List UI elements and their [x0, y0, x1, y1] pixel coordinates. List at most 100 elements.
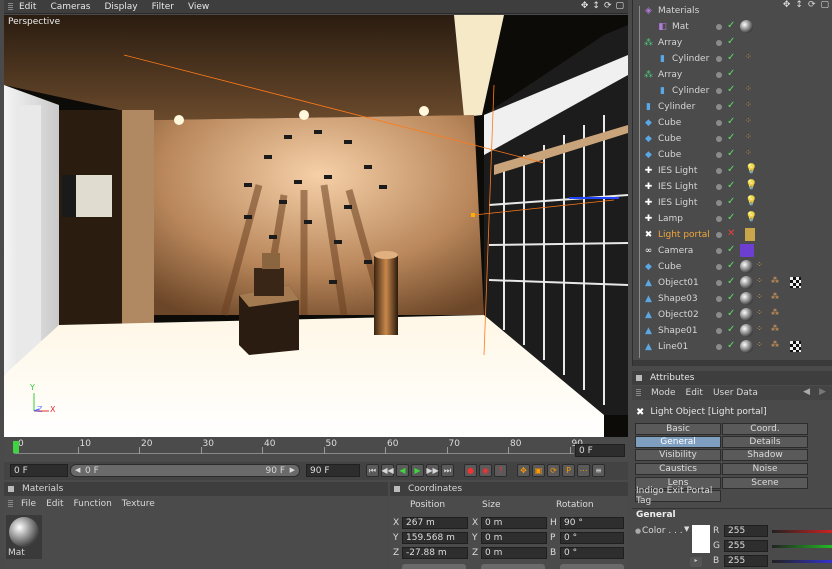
tab-details[interactable]: Details: [722, 436, 808, 448]
object-row[interactable]: ◧ Mat ✓: [633, 19, 832, 35]
b-field[interactable]: 255: [724, 555, 768, 567]
phong-tag-icon[interactable]: ⁘: [745, 132, 758, 145]
portal-tag-icon[interactable]: [745, 228, 755, 241]
enabled-check-icon[interactable]: ✓: [727, 132, 735, 143]
menu-filter[interactable]: Filter: [146, 2, 182, 12]
range-slider[interactable]: ◀ 0 F 90 F ▶: [70, 464, 300, 477]
back-arrow-icon[interactable]: ◀: [803, 387, 810, 397]
phong-tag-icon[interactable]: ⁘: [745, 148, 758, 161]
light-tag-icon[interactable]: 💡: [745, 196, 758, 209]
tab-shadow[interactable]: Shadow: [722, 449, 808, 461]
visibility-dot[interactable]: [716, 280, 722, 286]
menu-function[interactable]: Function: [74, 499, 112, 509]
visibility-dot[interactable]: [716, 264, 722, 270]
rotate-key-icon[interactable]: ⟳: [547, 464, 560, 477]
grip-icon[interactable]: [636, 375, 642, 381]
visibility-dot[interactable]: [716, 168, 722, 174]
object-row[interactable]: ⁂ Array ✓: [633, 67, 832, 83]
forward-arrow-icon[interactable]: ▶: [819, 387, 826, 397]
goto-start-icon[interactable]: ⏮: [366, 464, 379, 477]
phong-tag-icon[interactable]: ⁘: [745, 52, 758, 65]
uvw-tag-icon[interactable]: ⁂: [771, 276, 784, 289]
visibility-dot[interactable]: [716, 248, 722, 254]
move-key-icon[interactable]: ✥: [517, 464, 530, 477]
size-field[interactable]: 0 m: [481, 517, 547, 529]
visibility-dot[interactable]: [716, 216, 722, 222]
visibility-dot[interactable]: [716, 56, 722, 62]
maximize-view-icon[interactable]: ▢: [615, 1, 624, 11]
position-field[interactable]: 159.568 m: [402, 532, 468, 544]
object-row[interactable]: ▲ Shape03 ✓ ⁘ ⁂: [633, 291, 832, 307]
grip-icon[interactable]: [394, 486, 400, 492]
rotate-view-icon[interactable]: ⟳: [604, 1, 612, 11]
menu-view[interactable]: View: [182, 2, 217, 12]
tab-indigo-exit-portal[interactable]: Indigo Exit Portal Tag: [635, 486, 721, 506]
enabled-check-icon[interactable]: ✓: [727, 100, 735, 111]
material-tag-icon[interactable]: [740, 340, 753, 353]
rotation-field[interactable]: 0 °: [560, 547, 624, 559]
grip-icon[interactable]: [8, 500, 13, 508]
tab-visibility[interactable]: Visibility: [635, 449, 721, 461]
zoom-view-icon[interactable]: ↕: [592, 1, 600, 11]
visibility-dot[interactable]: [716, 184, 722, 190]
timeline-ruler[interactable]: 0102030405060708090 0 F: [4, 439, 628, 461]
visibility-dot[interactable]: [716, 104, 722, 110]
object-row[interactable]: ✚ IES Light ✓ 💡: [633, 179, 832, 195]
tab-general[interactable]: General: [635, 436, 721, 448]
uvw-tag-icon[interactable]: ⁂: [771, 292, 784, 305]
enabled-check-icon[interactable]: ✓: [727, 340, 735, 351]
param-key-icon[interactable]: P: [562, 464, 575, 477]
record-icon[interactable]: ●: [464, 464, 477, 477]
menu-mode[interactable]: Mode: [651, 388, 676, 398]
material-tag-icon[interactable]: [740, 260, 753, 273]
enabled-check-icon[interactable]: ✓: [727, 164, 735, 175]
menu-mat-edit[interactable]: Edit: [46, 499, 63, 509]
position-field[interactable]: -27.88 m: [402, 547, 468, 559]
uvw-tag-icon[interactable]: ⁂: [771, 308, 784, 321]
material-tag-icon[interactable]: [740, 276, 753, 289]
enabled-check-icon[interactable]: ✓: [727, 276, 735, 287]
enabled-check-icon[interactable]: ✓: [727, 196, 735, 207]
light-tag-icon[interactable]: 💡: [745, 164, 758, 177]
auto-key-icon[interactable]: ◉: [479, 464, 492, 477]
visibility-dot[interactable]: [716, 344, 722, 350]
play-reverse-icon[interactable]: ◀: [396, 464, 409, 477]
enabled-check-icon[interactable]: ✓: [727, 260, 735, 271]
material-tag-icon[interactable]: [740, 292, 753, 305]
timeline-playhead[interactable]: [13, 441, 19, 453]
visibility-dot[interactable]: [716, 24, 722, 30]
camera-tag-icon[interactable]: [740, 244, 754, 257]
material-tag-icon[interactable]: [740, 324, 753, 337]
visibility-dot[interactable]: [716, 72, 722, 78]
next-key-icon[interactable]: ▶▶: [426, 464, 439, 477]
uvw-tag-icon[interactable]: ⁂: [771, 324, 784, 337]
object-row[interactable]: ◆ Cube ✓ ⁘: [633, 131, 832, 147]
r-slider[interactable]: [772, 530, 832, 533]
size-dropdown[interactable]: [481, 564, 545, 569]
prev-key-icon[interactable]: ◀◀: [381, 464, 394, 477]
visibility-dot[interactable]: [716, 120, 722, 126]
enabled-check-icon[interactable]: ✓: [727, 20, 735, 31]
grip-icon[interactable]: [8, 486, 14, 492]
settings-key-icon[interactable]: ≡: [592, 464, 605, 477]
visibility-dot[interactable]: [716, 200, 722, 206]
object-row[interactable]: ✚ IES Light ✓ 💡: [633, 163, 832, 179]
object-row[interactable]: ▮ Cylinder ✓ ⁘: [633, 99, 832, 115]
position-field[interactable]: 267 m: [402, 517, 468, 529]
size-field[interactable]: 0 m: [481, 547, 547, 559]
object-row[interactable]: ✖ Light portal ✕: [633, 227, 832, 243]
object-row[interactable]: ◈ Materials: [633, 3, 832, 19]
b-slider[interactable]: [772, 560, 832, 563]
color-expand-icon[interactable]: ▼: [684, 525, 689, 533]
object-row[interactable]: ✚ IES Light ✓ 💡: [633, 195, 832, 211]
scale-key-icon[interactable]: ▣: [532, 464, 545, 477]
r-field[interactable]: 255: [724, 525, 768, 537]
enabled-check-icon[interactable]: ✓: [727, 68, 735, 79]
material-tag-icon[interactable]: [740, 20, 753, 33]
goto-end-icon[interactable]: ⏭: [441, 464, 454, 477]
object-row[interactable]: ◆ Cube ✓ ⁘: [633, 259, 832, 275]
object-manager-scrollbar[interactable]: [633, 360, 832, 366]
rotation-field[interactable]: 90 °: [560, 517, 624, 529]
enabled-check-icon[interactable]: ✓: [727, 180, 735, 191]
tab-scene[interactable]: Scene: [722, 477, 808, 489]
